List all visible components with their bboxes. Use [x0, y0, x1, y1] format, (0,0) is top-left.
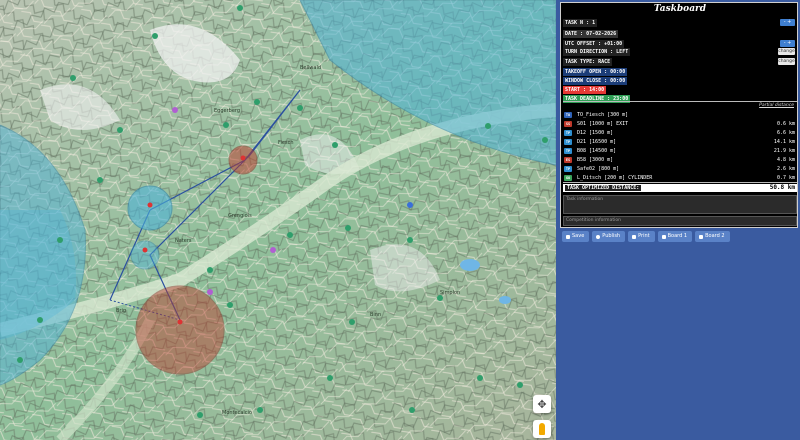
turnpoint-row[interactable]: TP Safe02 [800 m] 2.6 km: [563, 165, 797, 173]
board-1-label: Board 1: [667, 233, 688, 239]
optimized-distance-value: 50.8 km: [769, 184, 795, 191]
turnpoint-name: Safe02 [800 m]: [577, 166, 620, 172]
turnpoint-name: B08 [14500 m]: [577, 148, 617, 154]
turnpoint-name: D21 [16500 m]: [577, 139, 617, 145]
task-type: TASK TYPE: RACE: [563, 58, 613, 66]
turnpoint-row[interactable]: GO L_Ditsch [200 m] CYLINDER 0.7 km: [563, 174, 797, 182]
task-number: TASK N : 1: [563, 19, 598, 27]
place-label: Montecalcio: [222, 410, 252, 416]
print-button[interactable]: Print: [628, 231, 655, 242]
app-root: Eggerberg Brig Naters Simplon Fiesch Gre…: [0, 0, 800, 440]
turnpoint-type-badge: SS: [564, 121, 572, 127]
turnpoint-name: S01 [1000 m] EXIT: [577, 121, 629, 127]
optimized-distance-label: TASK OPTIMIZED DISTANCE:: [565, 185, 642, 191]
save-label: Save: [572, 233, 585, 239]
place-label: Grengiols: [228, 213, 252, 219]
place-label: Bellwald: [300, 65, 322, 71]
print-label: Print: [638, 233, 650, 239]
turnpoint-distance: 0.6 km: [776, 121, 795, 127]
board-2-label: Board 2: [705, 233, 725, 239]
publish-button[interactable]: Publish: [592, 231, 626, 242]
globe-icon: [596, 234, 601, 239]
turnpoint-name: D12 [1500 m]: [577, 130, 614, 136]
utc-offset: UTC OFFSET : +01:00: [563, 40, 625, 48]
task-information-field[interactable]: Task information: [563, 195, 797, 214]
turnpoint-type-badge: GO: [564, 175, 572, 181]
turnpoint-name: B58 [3000 m]: [577, 157, 614, 163]
turnpoint-row[interactable]: TP D21 [16500 m] 14.1 km: [563, 138, 797, 146]
turnpoint-distance: 14.1 km: [773, 139, 795, 145]
place-label: Binn: [370, 312, 382, 318]
turnpoint-row[interactable]: TO TO_Fiesch [300 m]: [563, 111, 797, 119]
turnpoint-type-badge: TO: [564, 112, 572, 118]
grid-icon: [661, 234, 666, 239]
divider: [563, 182, 797, 183]
divider: [563, 101, 797, 102]
turnpoint-type-badge: TP: [564, 166, 572, 172]
board-2-button[interactable]: Board 2: [695, 231, 730, 242]
turn-direction: TURN DIRECTION : LEFT: [563, 48, 631, 56]
turnpoint-distance: 21.9 km: [773, 148, 795, 154]
turn-direction-change-button[interactable]: change: [778, 48, 795, 55]
board-1-button[interactable]: Board 1: [657, 231, 693, 242]
place-label: Naters: [175, 238, 192, 244]
turnpoint-name: TO_Fiesch [300 m]: [577, 112, 629, 118]
save-button[interactable]: Save: [562, 231, 590, 242]
taskboard-toolbar: Save Publish Print Board 1 Board 2: [562, 231, 730, 242]
optimized-distance: TASK OPTIMIZED DISTANCE: 50.8 km: [563, 184, 797, 192]
competition-information-field[interactable]: Competition information: [563, 216, 797, 226]
taskboard-title: Taskboard: [653, 4, 707, 14]
place-label: Brig: [116, 308, 127, 314]
turnpoint-type-badge: TP: [564, 148, 572, 154]
place-label: Eggerberg: [214, 108, 241, 114]
map-view[interactable]: Eggerberg Brig Naters Simplon Fiesch Gre…: [0, 0, 556, 440]
place-label: Simplon: [440, 290, 461, 296]
turnpoint-distance: 4.8 km: [776, 157, 795, 163]
task-number-stepper[interactable]: - +: [780, 19, 795, 26]
publish-label: Publish: [602, 233, 621, 239]
takeoff-open[interactable]: TAKEOFF OPEN : 00:00: [563, 68, 628, 76]
taskboard: Taskboard TASK N : 1 - + DATE : 07-02-20…: [560, 2, 798, 228]
turnpoint-name: L_Ditsch [200 m] CYLINDER: [577, 175, 653, 181]
print-icon: [632, 234, 637, 239]
save-icon: [566, 234, 570, 239]
turnpoint-distance: 0.7 km: [776, 175, 795, 181]
turnpoint-row[interactable]: ES B58 [3000 m] 4.8 km: [563, 156, 797, 164]
terrain-map[interactable]: [0, 0, 556, 440]
utc-offset-stepper[interactable]: - +: [780, 40, 795, 47]
grid-icon: [699, 234, 704, 239]
turnpoint-row[interactable]: TP B08 [14500 m] 21.9 km: [563, 147, 797, 155]
turnpoint-row[interactable]: SS S01 [1000 m] EXIT 0.6 km: [563, 120, 797, 128]
turnpoint-row[interactable]: TP D12 [1500 m] 6.6 km: [563, 129, 797, 137]
turnpoint-distance: 6.6 km: [776, 130, 795, 136]
pegman-icon[interactable]: [533, 420, 551, 438]
start-time[interactable]: START : 14:00: [563, 86, 607, 94]
turnpoint-type-badge: TP: [564, 139, 572, 145]
window-close[interactable]: WINDOW CLOSE : 00:00: [563, 77, 628, 85]
place-label: Fiesch: [278, 140, 294, 146]
partial-distance-label[interactable]: Partial distance: [759, 103, 794, 108]
pan-control-icon[interactable]: ✥: [533, 395, 551, 413]
task-date[interactable]: DATE : 07-02-2026: [563, 30, 619, 38]
taskboard-panel: Taskboard TASK N : 1 - + DATE : 07-02-20…: [558, 0, 800, 440]
turnpoint-type-badge: TP: [564, 130, 572, 136]
task-type-change-button[interactable]: change: [778, 58, 795, 65]
turnpoint-distance: 2.6 km: [776, 166, 795, 172]
turnpoint-type-badge: ES: [564, 157, 572, 163]
